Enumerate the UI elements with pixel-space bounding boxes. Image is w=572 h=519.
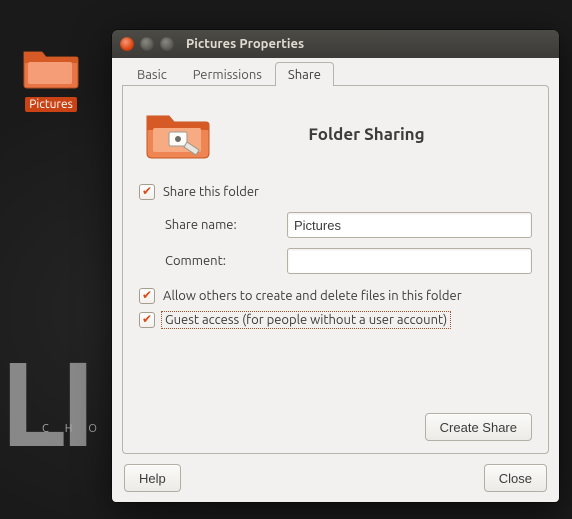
window-maximize-button[interactable] [160, 37, 174, 51]
checkbox-share-this-folder[interactable] [139, 184, 155, 200]
titlebar[interactable]: Pictures Properties [112, 30, 559, 58]
help-button[interactable]: Help [124, 464, 181, 492]
tab-permissions[interactable]: Permissions [180, 62, 275, 86]
comment-input[interactable] [287, 248, 532, 274]
window-title: Pictures Properties [186, 37, 304, 51]
label-guest-access: Guest access (for people without a user … [163, 313, 449, 327]
close-button[interactable]: Close [484, 464, 547, 492]
share-header: Folder Sharing [241, 125, 522, 144]
checkbox-allow-others[interactable] [139, 288, 155, 304]
tab-share[interactable]: Share [275, 62, 334, 86]
tab-strip: Basic Permissions Share [122, 62, 549, 86]
label-share-this-folder: Share this folder [163, 185, 259, 199]
wallpaper-subtext: CHO [42, 423, 113, 435]
checkbox-guest-access[interactable] [139, 312, 155, 328]
wallpaper-text: LI [0, 334, 90, 469]
folder-share-icon [143, 106, 213, 162]
label-allow-others: Allow others to create and delete files … [163, 289, 462, 303]
properties-window: Pictures Properties Basic Permissions Sh… [112, 30, 559, 502]
create-share-button[interactable]: Create Share [425, 413, 532, 441]
tab-basic[interactable]: Basic [124, 62, 180, 86]
desktop-folder-label: Pictures [25, 97, 77, 112]
window-close-button[interactable] [120, 37, 134, 51]
label-share-name: Share name: [165, 218, 275, 232]
share-name-input[interactable] [287, 212, 532, 238]
folder-icon [22, 44, 80, 90]
share-panel: Folder Sharing Share this folder Share n… [122, 85, 549, 454]
desktop-folder-pictures[interactable]: Pictures [16, 44, 86, 112]
window-minimize-button[interactable] [140, 37, 154, 51]
label-comment: Comment: [165, 254, 275, 268]
